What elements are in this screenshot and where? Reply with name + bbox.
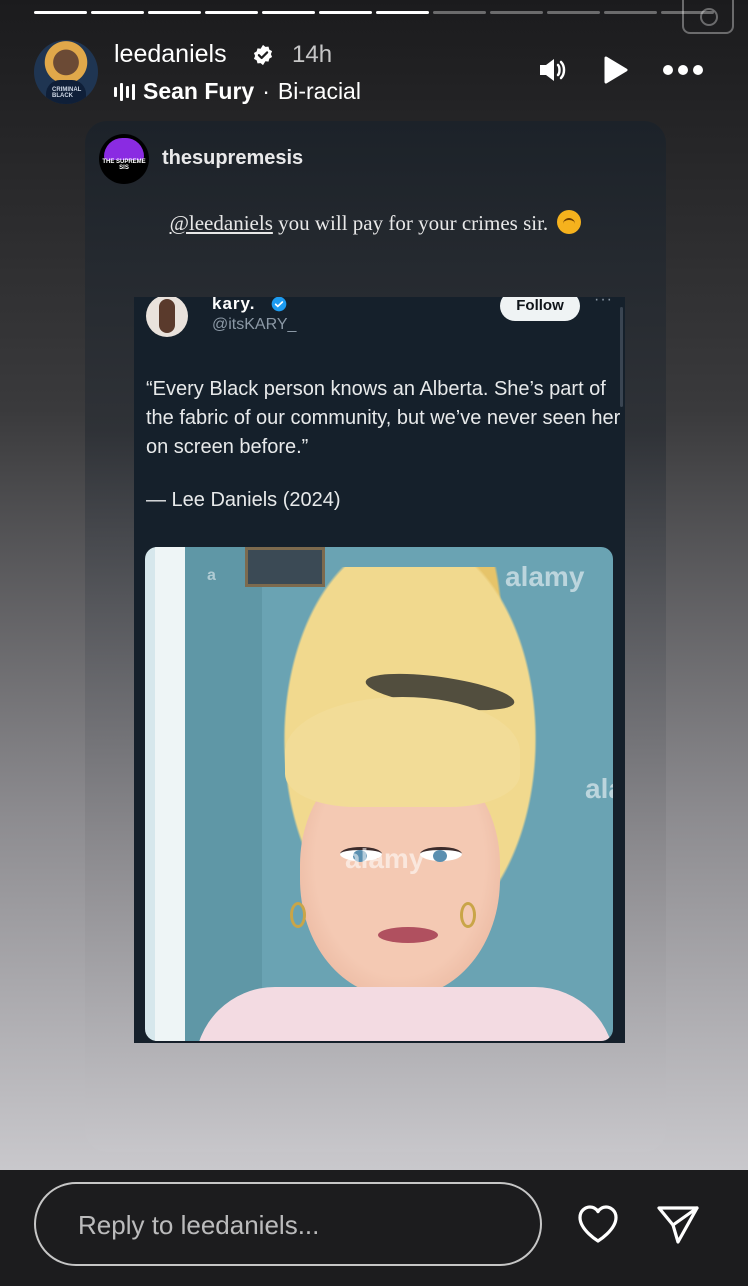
shared-post-card[interactable]: THE SUPREME SIS thesupremesis @leedaniel… (85, 121, 666, 1152)
story-view[interactable]: CRIMINAL BLACK leedaniels 14h Sean Fury ·… (0, 0, 748, 1170)
tweet-attribution: — Lee Daniels (2024) (146, 489, 341, 511)
story-progress-segment (490, 11, 543, 14)
story-progress-segment (547, 11, 600, 14)
story-progress-segment (376, 11, 429, 14)
music-artist: Sean Fury (143, 78, 255, 104)
avatar-logo-text: THE SUPREME SIS (102, 159, 146, 171)
camera-icon[interactable] (682, 0, 734, 34)
story-progress-segment (148, 11, 201, 14)
tweet-verified-icon (271, 297, 287, 312)
more-options-icon[interactable] (662, 64, 704, 76)
tweet-quote: “Every Black person knows an Alberta. Sh… (146, 378, 621, 458)
shared-post-caption: @leedaniels you will pay for your crimes… (85, 210, 666, 236)
story-progress-segment (262, 11, 315, 14)
music-title: Bi-racial (277, 78, 361, 104)
tweet-screenshot: kary. @itsKARY_ Follow ··· “Every Black … (134, 297, 625, 1043)
story-progress-segment (205, 11, 258, 14)
play-icon[interactable] (600, 54, 630, 86)
tweet-avatar (146, 297, 188, 337)
music-attribution[interactable]: Sean Fury · Bi-racial (114, 78, 361, 105)
story-progress-segment (34, 11, 87, 14)
story-progress-bar (34, 11, 714, 15)
upside-down-face-icon (557, 210, 582, 234)
shared-post-avatar[interactable]: THE SUPREME SIS (99, 134, 149, 184)
story-header: CRIMINAL BLACK leedaniels 14h Sean Fury ·… (34, 38, 714, 108)
audio-bars-icon (114, 82, 135, 102)
header-controls (536, 54, 704, 86)
tweet-handle: @itsKARY_ (212, 316, 297, 333)
heart-icon[interactable] (574, 1200, 622, 1248)
verified-badge-icon (253, 44, 273, 66)
tweet-follow-button: Follow (500, 297, 580, 321)
music-separator: · (262, 78, 270, 104)
speaker-icon[interactable] (536, 54, 568, 86)
reply-input[interactable]: Reply to leedaniels... (34, 1182, 542, 1266)
avatar[interactable]: CRIMINAL BLACK (34, 40, 98, 104)
story-timestamp: 14h (292, 41, 333, 68)
story-progress-segment (433, 11, 486, 14)
watermark: a (207, 567, 216, 584)
tweet-more-icon: ··· (594, 297, 613, 308)
send-icon[interactable] (654, 1200, 702, 1248)
story-progress-segment (319, 11, 372, 14)
mention-link[interactable]: @leedaniels (170, 211, 273, 235)
reply-placeholder: Reply to leedaniels... (78, 1210, 320, 1240)
tweet-photo: alamy alamy ala a (145, 547, 613, 1041)
tweet-display-name: kary. (212, 297, 256, 313)
caption-text: you will pay for your crimes sir. (272, 211, 549, 235)
watermark: ala (585, 773, 613, 804)
story-username[interactable]: leedaniels (114, 40, 227, 69)
watermark: alamy (505, 561, 585, 592)
story-progress-segment (91, 11, 144, 14)
shared-post-username[interactable]: thesupremesis (162, 147, 303, 170)
story-progress-segment (604, 11, 657, 14)
watermark: alamy (345, 843, 425, 874)
